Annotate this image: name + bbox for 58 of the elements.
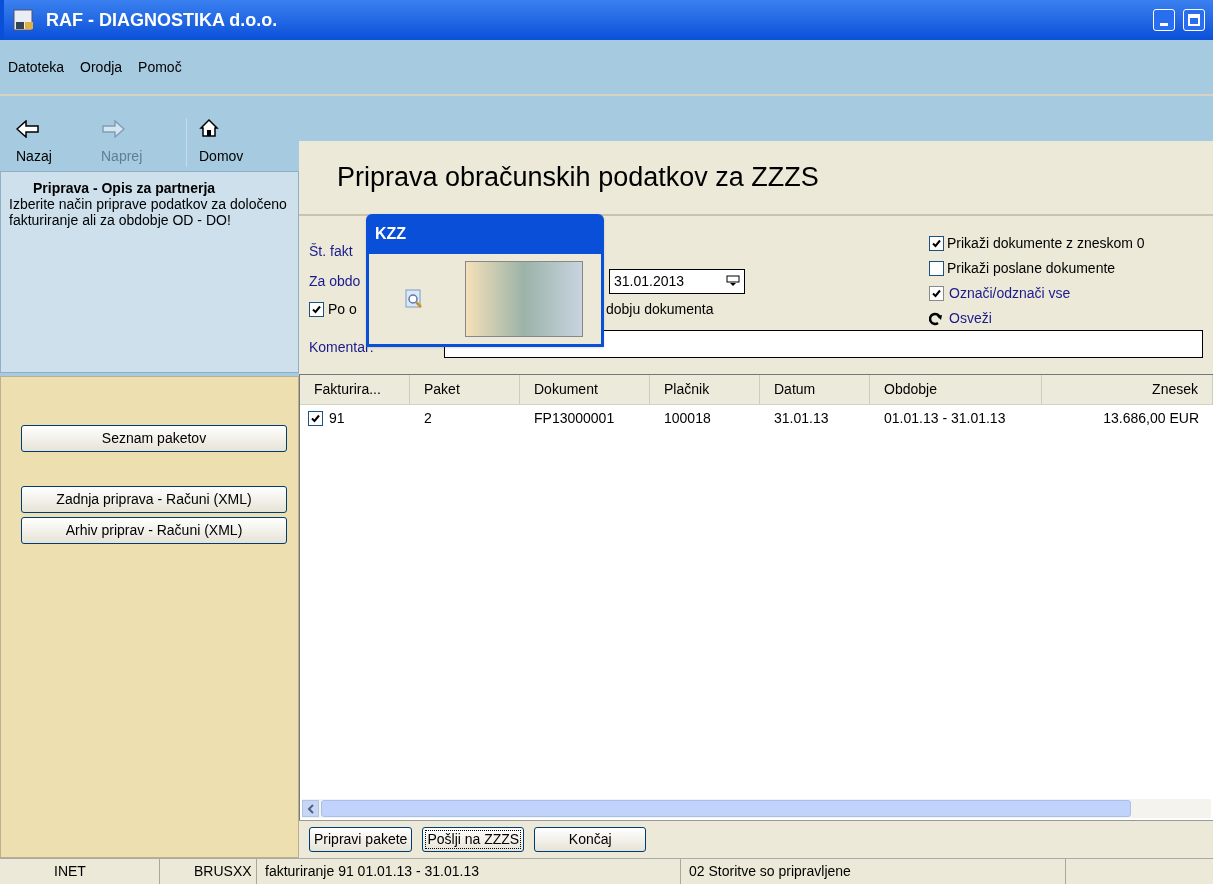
description-title: Priprava - Opis za partnerja [32,180,217,196]
side-button[interactable]: Seznam paketov [21,425,287,452]
date-field[interactable]: 31.01.2013 [609,268,745,294]
refresh-icon [929,311,943,326]
checkbox[interactable] [309,301,324,317]
refresh-link[interactable]: Osveži [949,308,992,329]
table-cell-text: 100018 [664,408,711,428]
side-button[interactable]: Arhiv priprav - Računi (XML) [21,517,287,544]
status-text: INET [53,862,86,881]
calendar-dropdown-icon [726,275,740,287]
maximize-button[interactable] [1183,9,1205,31]
status-text: 02 Storitve so pripravljene [689,862,851,881]
page-title: Priprava obračunskih podatkov za ZZZS [337,161,819,195]
option-label: Prikaži dokumente z zneskom 0 [947,234,1145,253]
status-text: BRUSXX [193,862,252,881]
checkbox[interactable] [929,261,944,276]
select-all-link[interactable]: Označi/odznači vse [949,283,1071,304]
column-header[interactable]: Znesek [1042,375,1213,404]
left-arrow-icon [16,120,40,138]
column-header[interactable]: Obdobje [870,375,1042,404]
horizontal-scrollbar[interactable] [302,799,1211,818]
checkbox[interactable] [308,410,323,426]
checkbox-label: Po o [328,299,357,319]
description-text: Izberite način priprave podatkov za določeno fakturiranje ali za obdobje OD - DO! [9,196,288,228]
checkbox[interactable] [929,236,944,251]
side-button[interactable]: Zadnja priprava - Računi (XML) [21,486,287,513]
menu-item[interactable]: Orodja [80,56,123,78]
table-cell-text: 01.01.13 - 31.01.13 [884,408,1006,428]
checkbox[interactable] [929,286,944,301]
column-header[interactable]: Dokument [520,375,650,404]
form-label: Št. fakt [309,242,353,261]
menu-item[interactable]: Pomoč [138,56,182,78]
menu-item[interactable]: Datoteka [8,56,65,78]
checkbox-label: dobju dokumenta [606,299,714,319]
column-header[interactable]: Fakturira... [300,375,410,404]
table-cell-text: 2 [424,408,432,428]
action-button[interactable]: Pripravi pakete [309,827,413,852]
toolbar-button[interactable]: Domov [186,118,271,167]
home-icon [199,118,219,138]
scroll-left-icon[interactable] [306,803,315,814]
form-label: Za obdo [309,271,362,291]
right-arrow-icon [101,120,125,138]
column-header[interactable]: Datum [760,375,870,404]
table-cell-text: 31.01.13 [774,408,829,428]
action-button[interactable]: Končaj [534,827,647,852]
popup-title: KZZ [375,224,407,244]
action-button[interactable]: Pošlji na ZZZS [422,827,525,852]
table-cell-text: FP13000001 [534,408,615,428]
column-header[interactable]: Paket [410,375,520,404]
table-cell-text: 13.686,00 EUR [1103,408,1199,428]
option-label: Prikaži poslane dokumente [947,259,1116,278]
column-header[interactable]: Plačnik [650,375,760,404]
window-title: RAF - DIAGNOSTIKA d.o.o. [46,8,278,32]
table-cell-text: 91 [329,408,345,428]
form-label: Komentar: [309,338,375,357]
status-text: fakturiranje 91 01.01.13 - 31.01.13 [265,862,480,881]
minimize-button[interactable] [1153,9,1175,31]
toolbar-button[interactable]: Nazaj [16,120,101,167]
